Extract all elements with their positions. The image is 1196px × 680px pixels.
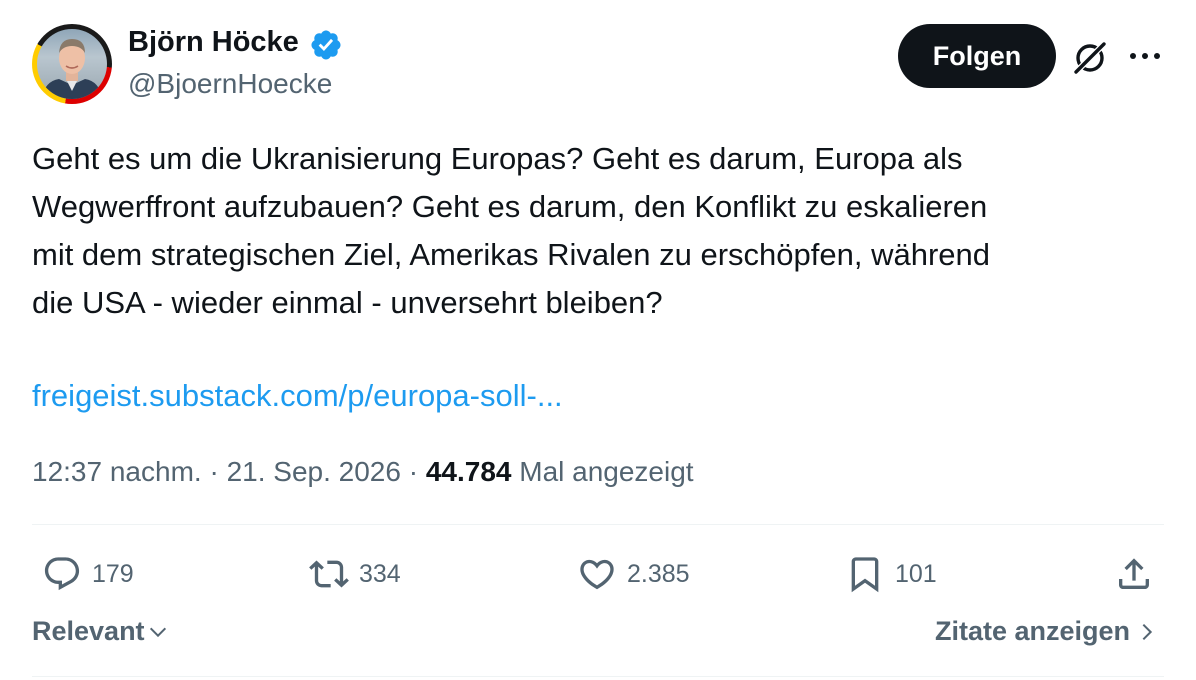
view-quotes-link[interactable]: Zitate anzeigen [935, 616, 1158, 647]
grok-icon[interactable] [1070, 38, 1110, 78]
repost-button[interactable]: 334 [309, 552, 401, 596]
tweet-link[interactable]: freigeist.substack.com/p/europa-soll-... [32, 372, 563, 420]
share-button[interactable] [1114, 552, 1154, 596]
tweet-text: Geht es um die Ukranisierung Europas? Ge… [32, 135, 1172, 327]
repost-icon [309, 560, 349, 588]
profile-photo-icon [41, 39, 103, 99]
meta-separator: · [400, 456, 426, 487]
tweet-text-line: Wegwerffront aufzubauen? Geht es darum, … [32, 189, 988, 224]
like-button[interactable]: 2.385 [577, 552, 690, 596]
bookmark-button[interactable]: 101 [845, 552, 937, 596]
meta-separator: · [201, 456, 227, 487]
tweet-meta: 12:37 nachm. · 21. Sep. 2026 · 44.784 Ma… [32, 452, 694, 492]
share-icon [1119, 558, 1149, 589]
sort-dropdown[interactable]: Relevant [32, 616, 169, 647]
view-count: 44.784 [425, 456, 512, 487]
view-count-label: Mal angezeigt [511, 456, 694, 487]
avatar[interactable] [32, 24, 112, 104]
repost-count: 334 [359, 559, 401, 588]
tweet-text-line: Geht es um die Ukranisierung Europas? Ge… [32, 141, 963, 176]
tweet-time[interactable]: 12:37 nachm. [32, 456, 202, 487]
tweet-text-line: mit dem strategischen Ziel, Amerikas Riv… [32, 237, 990, 272]
reply-button[interactable]: 179 [42, 552, 134, 596]
tweet-date[interactable]: 21. Sep. 2026 [227, 456, 401, 487]
like-count: 2.385 [627, 559, 690, 588]
bookmark-icon [851, 557, 879, 593]
tweet-text-line: die USA - wieder einmal - unversehrt ble… [32, 285, 663, 320]
avatar-photo [37, 29, 107, 99]
more-dots-icon[interactable] [1127, 44, 1163, 68]
reply-icon [44, 557, 80, 591]
divider-bottom [32, 676, 1164, 677]
display-name[interactable]: Björn Höcke [128, 26, 299, 59]
sort-label: Relevant [32, 616, 145, 646]
reply-count: 179 [92, 559, 134, 588]
user-handle[interactable]: @BjoernHoecke [128, 68, 332, 100]
follow-button[interactable]: Folgen [898, 24, 1056, 88]
divider-top [32, 524, 1164, 525]
heart-icon [580, 559, 614, 590]
chevron-down-icon [149, 627, 166, 637]
quotes-label: Zitate anzeigen [934, 616, 1130, 646]
bookmark-count: 101 [895, 559, 937, 588]
verified-badge-icon[interactable] [309, 28, 343, 62]
chevron-right-icon [1142, 623, 1153, 640]
